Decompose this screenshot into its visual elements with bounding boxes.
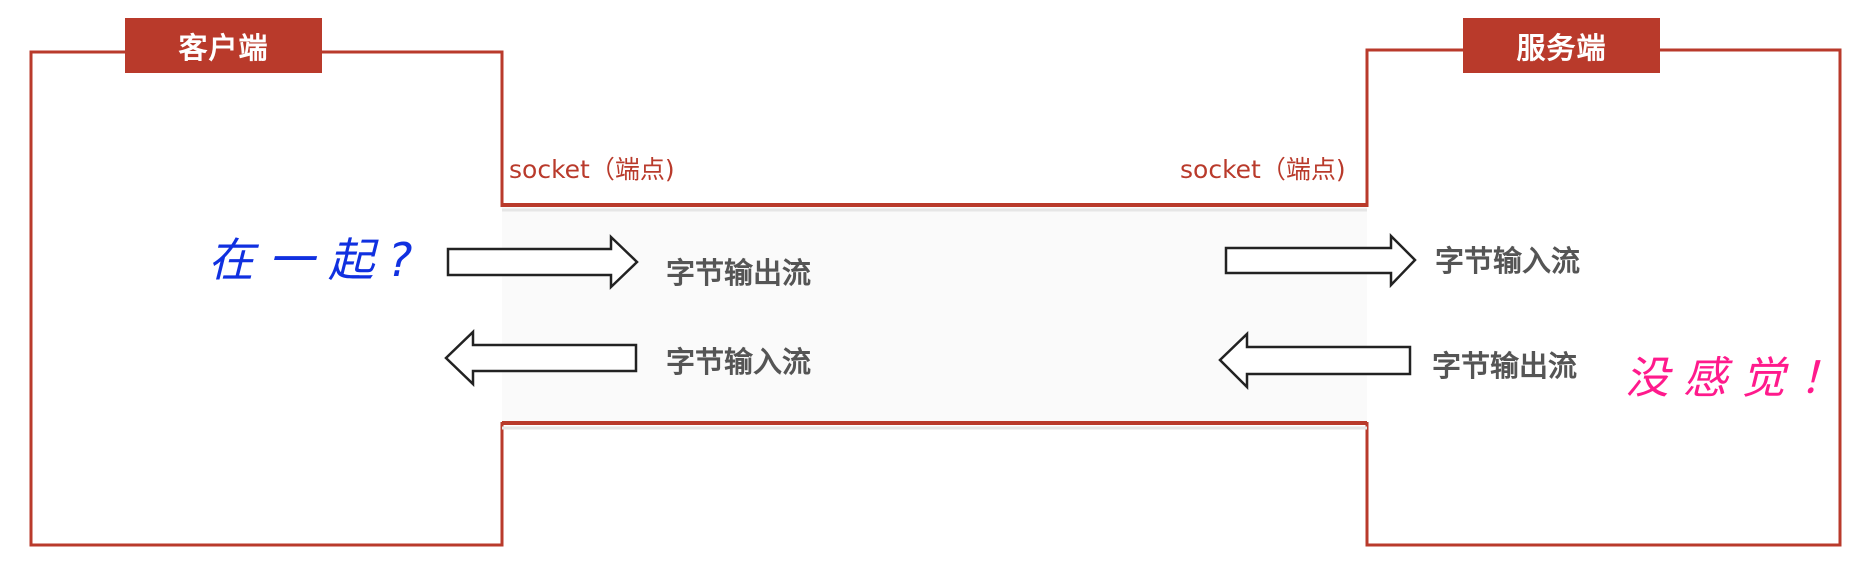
server-output-stream-label: 字节输出流 — [1432, 349, 1578, 383]
client-input-stream-label: 字节输入流 — [666, 345, 812, 379]
server-socket-label: socket（端点) — [1180, 155, 1346, 184]
client-socket-label: socket（端点) — [509, 155, 675, 184]
server-input-stream-label: 字节输入流 — [1435, 244, 1581, 278]
server-label: 服务端 — [1463, 18, 1660, 73]
client-frame — [29, 50, 504, 547]
client-note: 在一起? — [208, 233, 427, 287]
client-output-stream-label: 字节输出流 — [666, 256, 812, 290]
server-frame — [1365, 48, 1842, 547]
client-label: 客户端 — [125, 18, 322, 73]
server-note: 没感觉！ — [1625, 353, 1857, 404]
channel-band — [502, 207, 1367, 422]
